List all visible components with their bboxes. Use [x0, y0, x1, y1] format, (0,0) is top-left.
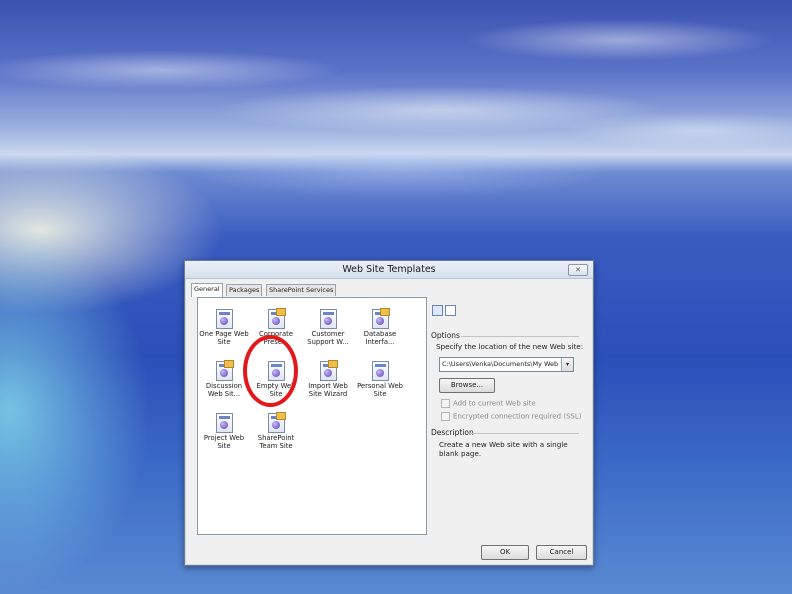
web-page-icon — [318, 360, 338, 381]
add-to-current-checkbox[interactable]: Add to current Web site — [441, 399, 536, 408]
web-page-icon — [370, 360, 390, 381]
template-list: One Page Web Site Corporate Prese... Cus… — [197, 297, 427, 535]
tab-sharepoint-services[interactable]: SharePoint Services — [266, 284, 337, 296]
large-icons-view-icon[interactable] — [432, 305, 443, 316]
web-page-icon — [370, 308, 390, 329]
template-one-page-web-site[interactable]: One Page Web Site — [199, 308, 249, 346]
tab-general[interactable]: General — [191, 283, 223, 297]
template-label: Discussion Web Sit... — [205, 382, 243, 398]
description-divider — [467, 433, 579, 434]
template-label: One Page Web Site — [199, 330, 249, 346]
location-combobox[interactable]: C:\Users\Venka\Documents\My Web Sites\my… — [439, 357, 574, 372]
browse-button[interactable]: Browse... — [439, 378, 495, 393]
list-view-icon[interactable] — [445, 305, 456, 316]
options-divider — [461, 336, 579, 337]
web-page-icon — [266, 412, 286, 433]
highlight-circle — [243, 335, 298, 407]
web-page-icon — [318, 308, 338, 329]
location-input[interactable]: C:\Users\Venka\Documents\My Web Sites\my… — [442, 358, 560, 371]
add-to-current-label: Add to current Web site — [453, 399, 536, 408]
template-label: Database Interfa... — [363, 330, 397, 346]
template-label: Customer Support W... — [307, 330, 349, 346]
web-page-icon — [214, 360, 234, 381]
location-prompt: Specify the location of the new Web site… — [436, 342, 584, 351]
ssl-label: Encrypted connection required (SSL) — [453, 412, 582, 421]
dialog-title: Web Site Templates — [342, 264, 436, 275]
checkbox-icon[interactable] — [441, 399, 450, 408]
description-text: Create a new Web site with a single blan… — [439, 440, 568, 458]
title-bar[interactable]: Web Site Templates ✕ — [185, 261, 593, 279]
template-label: Project Web Site — [203, 434, 245, 450]
tab-packages[interactable]: Packages — [226, 284, 263, 296]
web-page-icon — [266, 308, 286, 329]
template-customer-support[interactable]: Customer Support W... — [303, 308, 353, 346]
template-import-web-site-wizard[interactable]: Import Web Site Wizard — [303, 360, 353, 398]
options-heading: Options — [431, 331, 460, 340]
close-button[interactable]: ✕ — [568, 264, 588, 276]
template-discussion-web-site[interactable]: Discussion Web Sit... — [199, 360, 249, 398]
template-project-web-site[interactable]: Project Web Site — [199, 412, 249, 450]
checkbox-icon[interactable] — [441, 412, 450, 421]
template-sharepoint-team-site[interactable]: SharePoint Team Site — [251, 412, 301, 450]
template-label: SharePoint Team Site — [257, 434, 295, 450]
chevron-down-icon[interactable]: ▾ — [561, 358, 573, 371]
ssl-checkbox[interactable]: Encrypted connection required (SSL) — [441, 412, 582, 421]
template-database-interface[interactable]: Database Interfa... — [355, 308, 405, 346]
cancel-button[interactable]: Cancel — [536, 545, 587, 560]
ok-button[interactable]: OK — [481, 545, 529, 560]
web-page-icon — [214, 308, 234, 329]
web-site-templates-dialog: Web Site Templates ✕ General Packages Sh… — [184, 260, 594, 566]
web-page-icon — [214, 412, 234, 433]
template-personal-web-site[interactable]: Personal Web Site — [355, 360, 405, 398]
template-label: Import Web Site Wizard — [308, 382, 348, 398]
template-label: Personal Web Site — [357, 382, 403, 398]
